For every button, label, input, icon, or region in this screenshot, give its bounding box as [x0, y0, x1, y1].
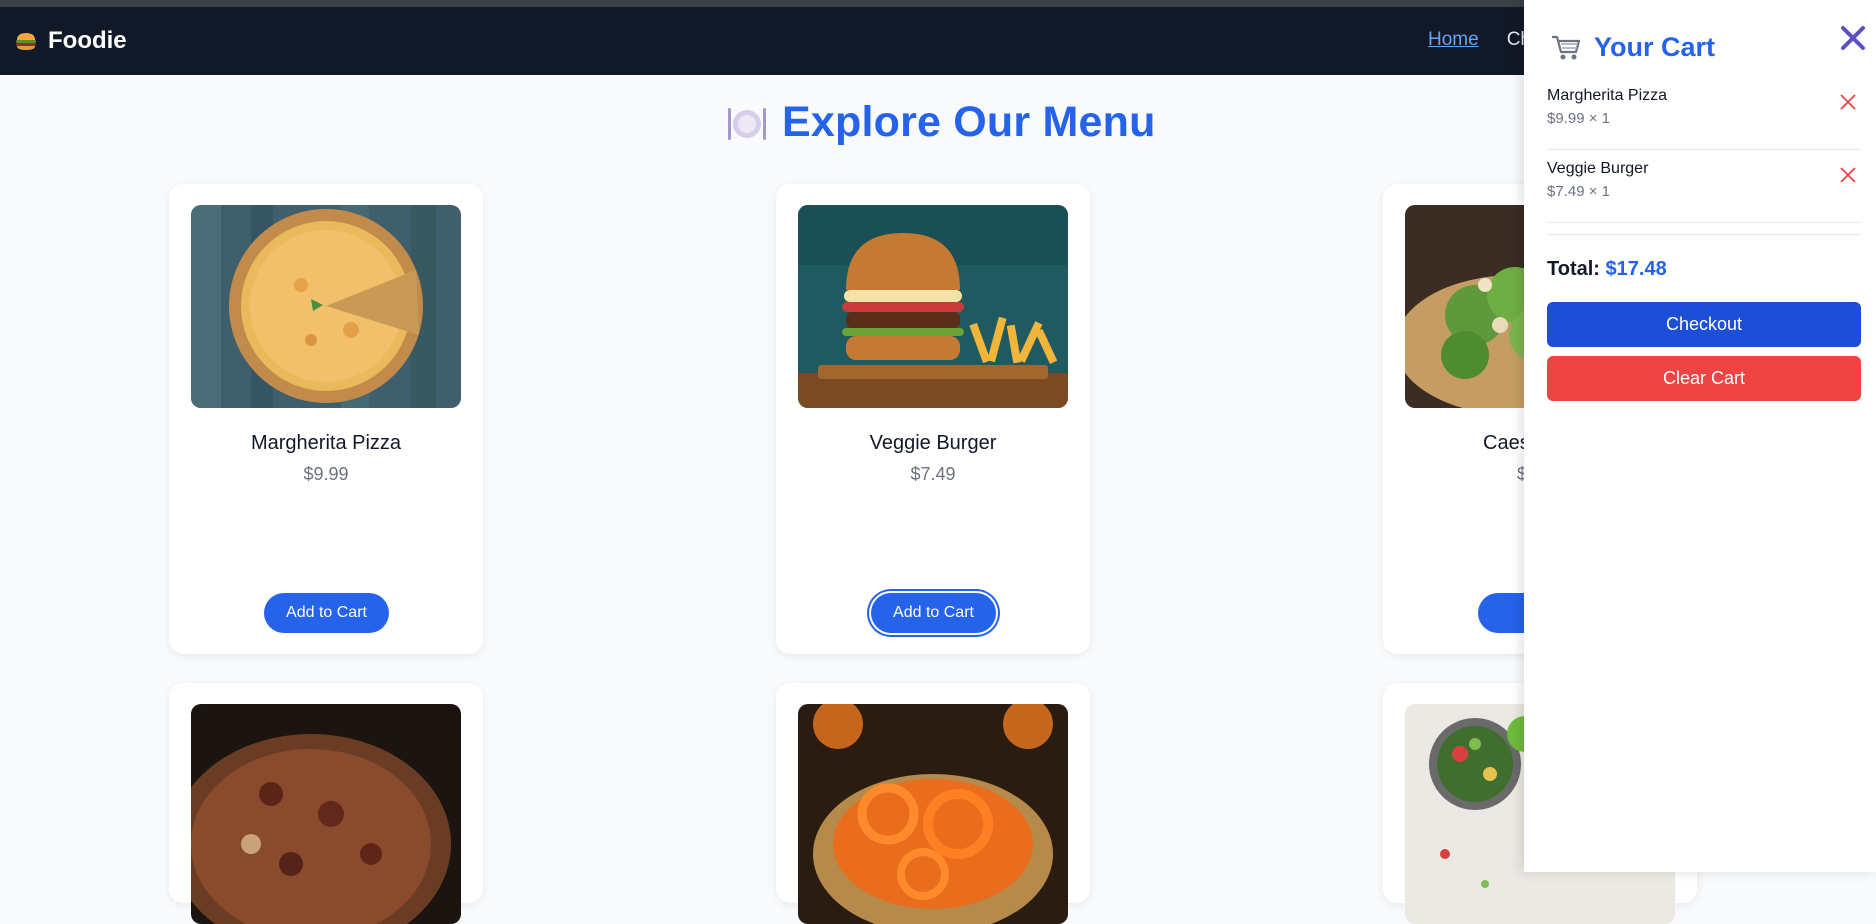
- checkout-button[interactable]: Checkout: [1547, 302, 1861, 347]
- menu-card: Margherita Pizza $9.99 Add to Cart: [169, 184, 483, 654]
- remove-item-icon[interactable]: [1839, 166, 1857, 184]
- item-name: Veggie Burger: [869, 432, 997, 454]
- cart-item: Margherita Pizza $9.99 × 1: [1547, 77, 1861, 150]
- food-image-burger: [798, 205, 1068, 408]
- food-image-pepperoni-pizza: [191, 704, 461, 924]
- cart-item-name: Margherita Pizza: [1547, 87, 1668, 104]
- food-image-pizza: [191, 205, 461, 408]
- brand[interactable]: Foodie: [14, 27, 127, 55]
- nav-links: Home Ch: [1428, 29, 1531, 51]
- shopping-cart-icon: [1550, 34, 1582, 62]
- cart-item: Veggie Burger $7.49 × 1: [1547, 150, 1861, 223]
- page-title: Explore Our Menu: [726, 98, 1156, 147]
- brand-name: Foodie: [48, 27, 127, 54]
- menu-title-text: Explore Our Menu: [782, 98, 1156, 146]
- menu-card: Veggie Burger $7.49 Add to Cart: [776, 184, 1090, 654]
- remove-item-icon[interactable]: [1839, 93, 1857, 111]
- cart-divider: [1547, 234, 1861, 235]
- food-image-jalebi: [798, 704, 1068, 924]
- cart-item-name: Veggie Burger: [1547, 160, 1649, 177]
- add-to-cart-button[interactable]: Add to Cart: [871, 593, 996, 633]
- menu-card: [169, 683, 483, 924]
- cart-panel: Your Cart Margherita Pizza $9.99 × 1 Veg…: [1524, 0, 1876, 872]
- add-to-cart-button[interactable]: Add to Cart: [264, 593, 389, 633]
- item-name: Caes: [1483, 432, 1530, 454]
- item-price: $9.99: [303, 464, 349, 484]
- close-cart-icon[interactable]: [1839, 24, 1867, 52]
- plate-cutlery-icon: [726, 102, 768, 144]
- cart-item-qty: $7.49 × 1: [1547, 183, 1610, 200]
- total-value: $17.48: [1605, 258, 1667, 280]
- total-label: Total:: [1547, 258, 1600, 280]
- clear-cart-button[interactable]: Clear Cart: [1547, 356, 1861, 401]
- nav-link-home[interactable]: Home: [1428, 29, 1479, 51]
- cart-total: Total: $17.48: [1547, 258, 1667, 281]
- item-price: $7.49: [910, 464, 956, 484]
- menu-card: [776, 683, 1090, 924]
- cart-item-qty: $9.99 × 1: [1547, 110, 1610, 127]
- item-name: Margherita Pizza: [250, 432, 402, 454]
- burger-icon: [14, 29, 38, 53]
- cart-title: Your Cart: [1594, 32, 1716, 62]
- cart-header: Your Cart: [1550, 32, 1715, 63]
